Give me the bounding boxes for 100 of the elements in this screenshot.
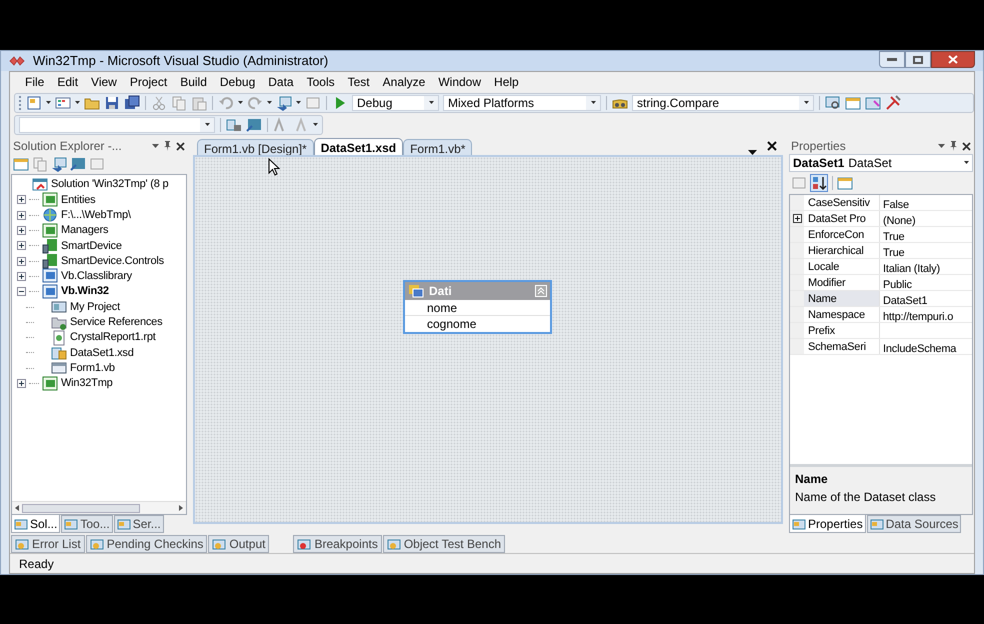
save-all-icon[interactable]: [124, 95, 140, 111]
tree-item[interactable]: Managers: [61, 222, 108, 239]
expand-icon[interactable]: [17, 241, 26, 250]
caret-icon[interactable]: [204, 123, 210, 127]
close-icon[interactable]: [767, 141, 777, 151]
close-icon[interactable]: [176, 142, 185, 150]
tool-tab[interactable]: Error List: [11, 535, 85, 553]
find-dropdown[interactable]: string.Compare: [632, 95, 814, 111]
property-name[interactable]: SchemaSeri: [804, 339, 880, 354]
panel-tab[interactable]: Too...: [61, 515, 113, 533]
maximize-button[interactable]: [905, 51, 931, 68]
move-icon[interactable]: [226, 117, 242, 133]
expand-icon[interactable]: [792, 214, 802, 223]
alphabetical-button[interactable]: [810, 174, 828, 192]
property-name[interactable]: CaseSensitiv: [804, 195, 880, 210]
tree-item[interactable]: Vb.Classlibrary: [61, 268, 132, 285]
tree-item[interactable]: DataSet1.xsd: [70, 344, 134, 362]
property-value[interactable]: http://tempuri.o: [883, 311, 954, 323]
tree-item[interactable]: Service References: [70, 314, 162, 331]
tree-item[interactable]: My Project: [70, 298, 120, 316]
caret-icon[interactable]: [267, 101, 272, 105]
property-name[interactable]: Hierarchical: [804, 243, 880, 258]
menu-item[interactable]: Edit: [51, 72, 84, 92]
properties-window-icon[interactable]: [845, 95, 861, 111]
panel-tab[interactable]: Data Sources: [866, 515, 962, 533]
caret-icon[interactable]: [75, 101, 80, 105]
tree-item[interactable]: Win32Tmp: [61, 375, 113, 392]
property-value[interactable]: True: [883, 247, 904, 259]
property-name[interactable]: Name: [804, 291, 880, 306]
panel-tab[interactable]: Properties: [789, 515, 866, 533]
panel-tab[interactable]: Ser...: [114, 515, 164, 533]
caret-icon[interactable]: [590, 101, 596, 105]
tree-item[interactable]: Vb.Win32: [61, 283, 109, 300]
tool-tab[interactable]: Output: [208, 535, 270, 553]
minimize-button[interactable]: [879, 51, 905, 68]
tree-item[interactable]: Entities: [61, 192, 96, 208]
tree-item[interactable]: SmartDevice: [61, 238, 122, 254]
expand-icon[interactable]: [17, 256, 26, 266]
property-value[interactable]: True: [883, 231, 904, 243]
menu-item[interactable]: File: [19, 72, 50, 92]
property-name[interactable]: Namespace: [804, 307, 880, 322]
document-tab[interactable]: Form1.vb*: [403, 139, 472, 155]
pin-icon[interactable]: [163, 141, 172, 151]
menu-item[interactable]: Data: [262, 72, 300, 92]
document-tab[interactable]: DataSet1.xsd: [314, 138, 404, 155]
tree-item[interactable]: CrystalReport1.rpt: [70, 329, 156, 346]
tree-item[interactable]: Form1.vb: [70, 360, 115, 376]
save-icon[interactable]: [104, 95, 120, 111]
object-selector[interactable]: DataSet1 DataSet: [789, 154, 973, 172]
properties-window-icon[interactable]: [13, 156, 29, 172]
menu-item[interactable]: Tools: [300, 72, 341, 92]
close-icon[interactable]: [962, 142, 971, 150]
navigate-icon[interactable]: [276, 95, 292, 111]
pin-icon[interactable]: [949, 141, 958, 151]
caret-icon[interactable]: [428, 101, 434, 105]
document-tab[interactable]: Form1.vb [Design]*: [197, 139, 314, 155]
tree-item[interactable]: SmartDevice.Controls: [61, 252, 164, 270]
property-value[interactable]: Public: [883, 279, 912, 291]
menu-item[interactable]: Help: [488, 72, 525, 92]
dropdown-icon[interactable]: [938, 144, 945, 148]
tool-tab[interactable]: Breakpoints: [293, 535, 382, 553]
expand-icon[interactable]: [17, 379, 26, 388]
expand-icon[interactable]: [17, 272, 26, 281]
menu-item[interactable]: Build: [174, 72, 213, 92]
menu-item[interactable]: Debug: [214, 72, 262, 92]
expand-icon[interactable]: [17, 195, 26, 204]
close-button[interactable]: [931, 51, 975, 68]
add-item-icon[interactable]: [55, 95, 71, 111]
menu-item[interactable]: View: [85, 72, 123, 92]
caret-icon[interactable]: [46, 101, 51, 105]
table-column[interactable]: nome: [405, 300, 550, 316]
property-name[interactable]: Modifier: [804, 275, 880, 290]
table-column[interactable]: cognome: [405, 316, 550, 332]
menu-item[interactable]: Analyze: [376, 72, 432, 92]
property-value[interactable]: Italian (Italy): [883, 263, 940, 275]
expand-icon[interactable]: [17, 210, 26, 220]
platform-dropdown[interactable]: Mixed Platforms: [443, 95, 601, 111]
property-value[interactable]: IncludeSchema: [883, 343, 956, 355]
property-value[interactable]: DataSet1: [883, 295, 928, 307]
property-value[interactable]: (None): [883, 215, 916, 227]
caret-icon[interactable]: [238, 101, 243, 105]
tree-item[interactable]: Solution 'Win32Tmp' (8 p: [51, 176, 168, 193]
object-browser-icon[interactable]: [865, 95, 881, 111]
caret-icon[interactable]: [296, 101, 301, 105]
caret-icon[interactable]: [964, 161, 969, 165]
search-window-icon[interactable]: [825, 95, 841, 111]
dropdown-icon[interactable]: [152, 144, 159, 148]
configuration-dropdown[interactable]: Debug: [352, 95, 439, 111]
property-name[interactable]: Prefix: [804, 323, 880, 338]
collapse-icon[interactable]: [17, 287, 26, 296]
property-name[interactable]: Locale: [804, 259, 880, 274]
expand-icon[interactable]: [17, 226, 26, 236]
property-value[interactable]: False: [883, 199, 909, 211]
caret-icon[interactable]: [804, 101, 808, 105]
tree-item[interactable]: F:\...\WebTmp\: [61, 207, 131, 224]
menu-item[interactable]: Window: [432, 72, 488, 92]
panel-tab[interactable]: Sol...: [11, 515, 60, 533]
tool-tab[interactable]: Object Test Bench: [382, 535, 505, 553]
caret-icon[interactable]: [313, 123, 318, 127]
navigate-icon[interactable]: [51, 156, 67, 172]
